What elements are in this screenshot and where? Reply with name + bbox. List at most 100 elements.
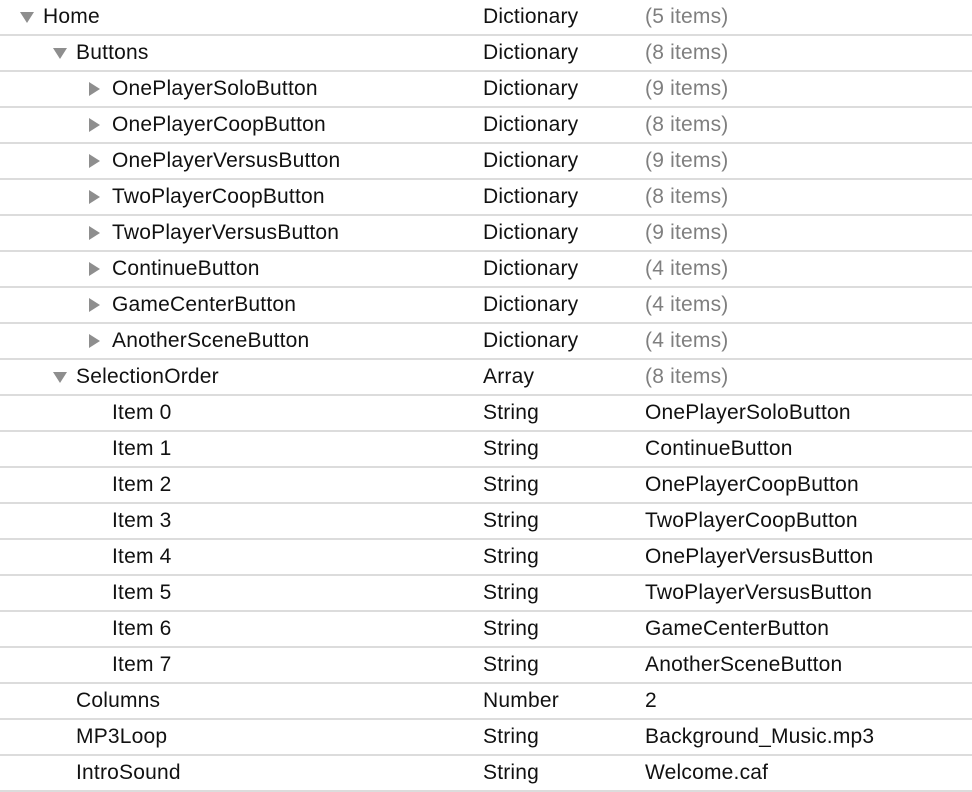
type-cell[interactable]: Dictionary xyxy=(483,216,645,250)
type-cell[interactable]: String xyxy=(483,468,645,502)
value-cell[interactable]: ContinueButton xyxy=(645,432,972,466)
plist-row[interactable]: GameCenterButton Dictionary (4 items) xyxy=(0,288,972,324)
value-cell[interactable]: 2 xyxy=(645,684,972,718)
type-cell[interactable]: Dictionary xyxy=(483,324,645,358)
plist-row[interactable]: Item 2 String OnePlayerCoopButton xyxy=(0,468,972,504)
type-cell[interactable]: String xyxy=(483,756,645,790)
plist-row[interactable]: Item 4 String OnePlayerVersusButton xyxy=(0,540,972,576)
type-cell[interactable]: String xyxy=(483,504,645,538)
key-cell[interactable]: Item 3 xyxy=(0,504,483,538)
key-cell[interactable]: TwoPlayerCoopButton xyxy=(0,180,483,214)
key-cell[interactable]: Buttons xyxy=(0,36,483,70)
plist-row[interactable]: Item 0 String OnePlayerSoloButton xyxy=(0,396,972,432)
key-cell[interactable]: AnotherSceneButton xyxy=(0,324,483,358)
value-cell[interactable]: (4 items) xyxy=(645,324,972,358)
value-cell[interactable]: (8 items) xyxy=(645,108,972,142)
key-cell[interactable]: MP3Loop xyxy=(0,720,483,754)
key-cell[interactable]: IntroSound xyxy=(0,756,483,790)
value-cell[interactable]: (8 items) xyxy=(645,36,972,70)
type-cell[interactable]: Array xyxy=(483,360,645,394)
value-cell[interactable]: TwoPlayerCoopButton xyxy=(645,504,972,538)
key-cell[interactable]: OnePlayerSoloButton xyxy=(0,72,483,106)
plist-row[interactable]: Item 3 String TwoPlayerCoopButton xyxy=(0,504,972,540)
type-cell[interactable]: Dictionary xyxy=(483,36,645,70)
value-cell[interactable]: GameCenterButton xyxy=(645,612,972,646)
type-cell[interactable]: String xyxy=(483,432,645,466)
type-cell[interactable]: Dictionary xyxy=(483,180,645,214)
disclosure-triangle-expanded-icon[interactable] xyxy=(20,0,43,34)
plist-row[interactable]: ContinueButton Dictionary (4 items) xyxy=(0,252,972,288)
plist-row[interactable]: MP3Loop String Background_Music.mp3 xyxy=(0,720,972,756)
value-cell[interactable]: (4 items) xyxy=(645,252,972,286)
plist-row[interactable]: TwoPlayerVersusButton Dictionary (9 item… xyxy=(0,216,972,252)
disclosure-triangle-collapsed-icon[interactable] xyxy=(89,288,112,322)
key-cell[interactable]: Columns xyxy=(0,684,483,718)
plist-row[interactable]: Item 1 String ContinueButton xyxy=(0,432,972,468)
value-cell[interactable]: (9 items) xyxy=(645,216,972,250)
value-cell[interactable]: (5 items) xyxy=(645,0,972,34)
disclosure-triangle-collapsed-icon[interactable] xyxy=(89,324,112,358)
type-cell[interactable]: Dictionary xyxy=(483,288,645,322)
type-cell[interactable]: Number xyxy=(483,684,645,718)
plist-row[interactable]: AnotherSceneButton Dictionary (4 items) xyxy=(0,324,972,360)
type-cell[interactable]: String xyxy=(483,720,645,754)
value-cell[interactable]: OnePlayerSoloButton xyxy=(645,396,972,430)
plist-row[interactable]: SelectionOrder Array (8 items) xyxy=(0,360,972,396)
value-cell[interactable]: OnePlayerVersusButton xyxy=(645,540,972,574)
type-cell[interactable]: String xyxy=(483,396,645,430)
key-cell[interactable]: Home xyxy=(0,0,483,34)
key-cell[interactable]: Item 4 xyxy=(0,540,483,574)
type-cell[interactable]: Dictionary xyxy=(483,0,645,34)
value-cell[interactable]: TwoPlayerVersusButton xyxy=(645,576,972,610)
plist-row[interactable]: IntroSound String Welcome.caf xyxy=(0,756,972,792)
plist-row[interactable]: Buttons Dictionary (8 items) xyxy=(0,36,972,72)
type-cell[interactable]: String xyxy=(483,612,645,646)
value-cell[interactable]: (9 items) xyxy=(645,72,972,106)
disclosure-triangle-collapsed-icon[interactable] xyxy=(89,72,112,106)
value-cell[interactable]: Background_Music.mp3 xyxy=(645,720,972,754)
disclosure-triangle-expanded-icon[interactable] xyxy=(53,360,76,394)
key-cell[interactable]: OnePlayerVersusButton xyxy=(0,144,483,178)
key-cell[interactable]: OnePlayerCoopButton xyxy=(0,108,483,142)
value-label: OnePlayerVersusButton xyxy=(645,545,873,569)
key-cell[interactable]: Item 1 xyxy=(0,432,483,466)
plist-row[interactable]: Columns Number 2 xyxy=(0,684,972,720)
plist-row[interactable]: Item 5 String TwoPlayerVersusButton xyxy=(0,576,972,612)
type-cell[interactable]: String xyxy=(483,540,645,574)
disclosure-triangle-collapsed-icon[interactable] xyxy=(89,180,112,214)
plist-row[interactable]: Item 7 String AnotherSceneButton xyxy=(0,648,972,684)
disclosure-triangle-collapsed-icon[interactable] xyxy=(89,216,112,250)
key-cell[interactable]: Item 5 xyxy=(0,576,483,610)
disclosure-triangle-collapsed-icon[interactable] xyxy=(89,144,112,178)
key-cell[interactable]: SelectionOrder xyxy=(0,360,483,394)
type-cell[interactable]: String xyxy=(483,576,645,610)
key-cell[interactable]: GameCenterButton xyxy=(0,288,483,322)
plist-row[interactable]: Home Dictionary (5 items) xyxy=(0,0,972,36)
plist-row[interactable]: Item 6 String GameCenterButton xyxy=(0,612,972,648)
type-cell[interactable]: Dictionary xyxy=(483,72,645,106)
type-cell[interactable]: Dictionary xyxy=(483,144,645,178)
type-cell[interactable]: Dictionary xyxy=(483,252,645,286)
plist-row[interactable]: OnePlayerSoloButton Dictionary (9 items) xyxy=(0,72,972,108)
key-cell[interactable]: Item 6 xyxy=(0,612,483,646)
type-cell[interactable]: Dictionary xyxy=(483,108,645,142)
value-cell[interactable]: AnotherSceneButton xyxy=(645,648,972,682)
value-cell[interactable]: (9 items) xyxy=(645,144,972,178)
disclosure-triangle-collapsed-icon[interactable] xyxy=(89,108,112,142)
plist-row[interactable]: OnePlayerCoopButton Dictionary (8 items) xyxy=(0,108,972,144)
key-cell[interactable]: TwoPlayerVersusButton xyxy=(0,216,483,250)
value-cell[interactable]: (4 items) xyxy=(645,288,972,322)
plist-row[interactable]: TwoPlayerCoopButton Dictionary (8 items) xyxy=(0,180,972,216)
value-cell[interactable]: Welcome.caf xyxy=(645,756,972,790)
plist-row[interactable]: OnePlayerVersusButton Dictionary (9 item… xyxy=(0,144,972,180)
key-cell[interactable]: Item 0 xyxy=(0,396,483,430)
value-cell[interactable]: OnePlayerCoopButton xyxy=(645,468,972,502)
value-cell[interactable]: (8 items) xyxy=(645,360,972,394)
key-cell[interactable]: Item 2 xyxy=(0,468,483,502)
key-cell[interactable]: Item 7 xyxy=(0,648,483,682)
key-cell[interactable]: ContinueButton xyxy=(0,252,483,286)
disclosure-triangle-collapsed-icon[interactable] xyxy=(89,252,112,286)
type-cell[interactable]: String xyxy=(483,648,645,682)
value-cell[interactable]: (8 items) xyxy=(645,180,972,214)
disclosure-triangle-expanded-icon[interactable] xyxy=(53,36,76,70)
